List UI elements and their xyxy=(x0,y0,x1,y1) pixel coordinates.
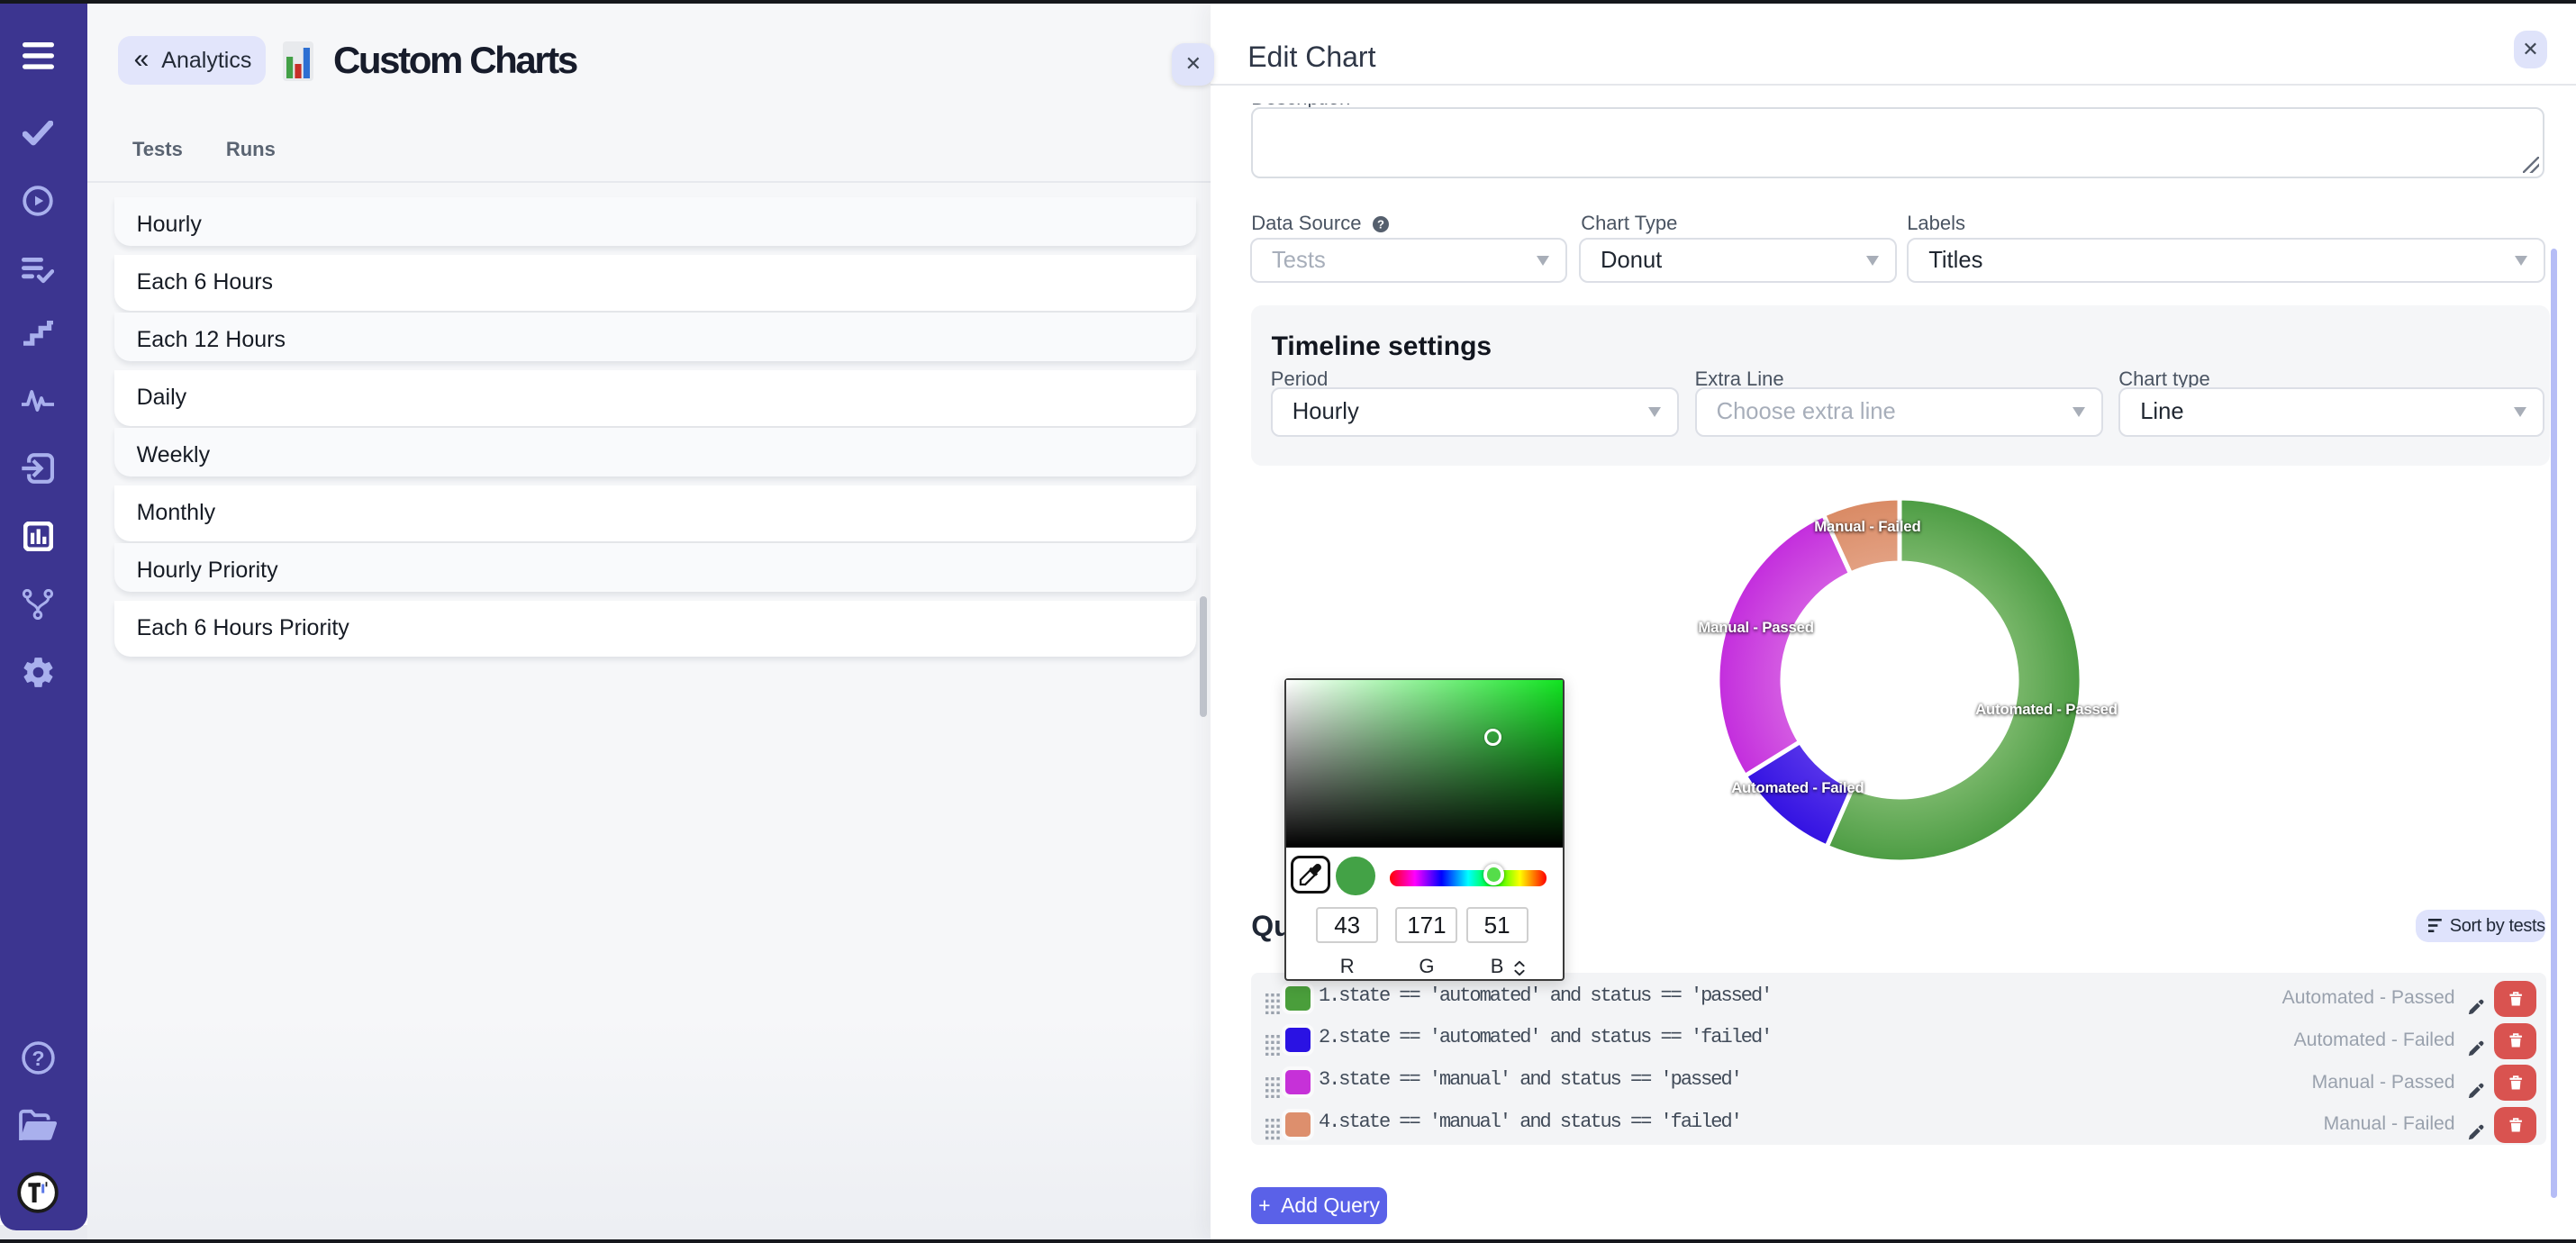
svg-text:?: ? xyxy=(1377,218,1384,231)
svg-text:?: ? xyxy=(32,1047,44,1070)
